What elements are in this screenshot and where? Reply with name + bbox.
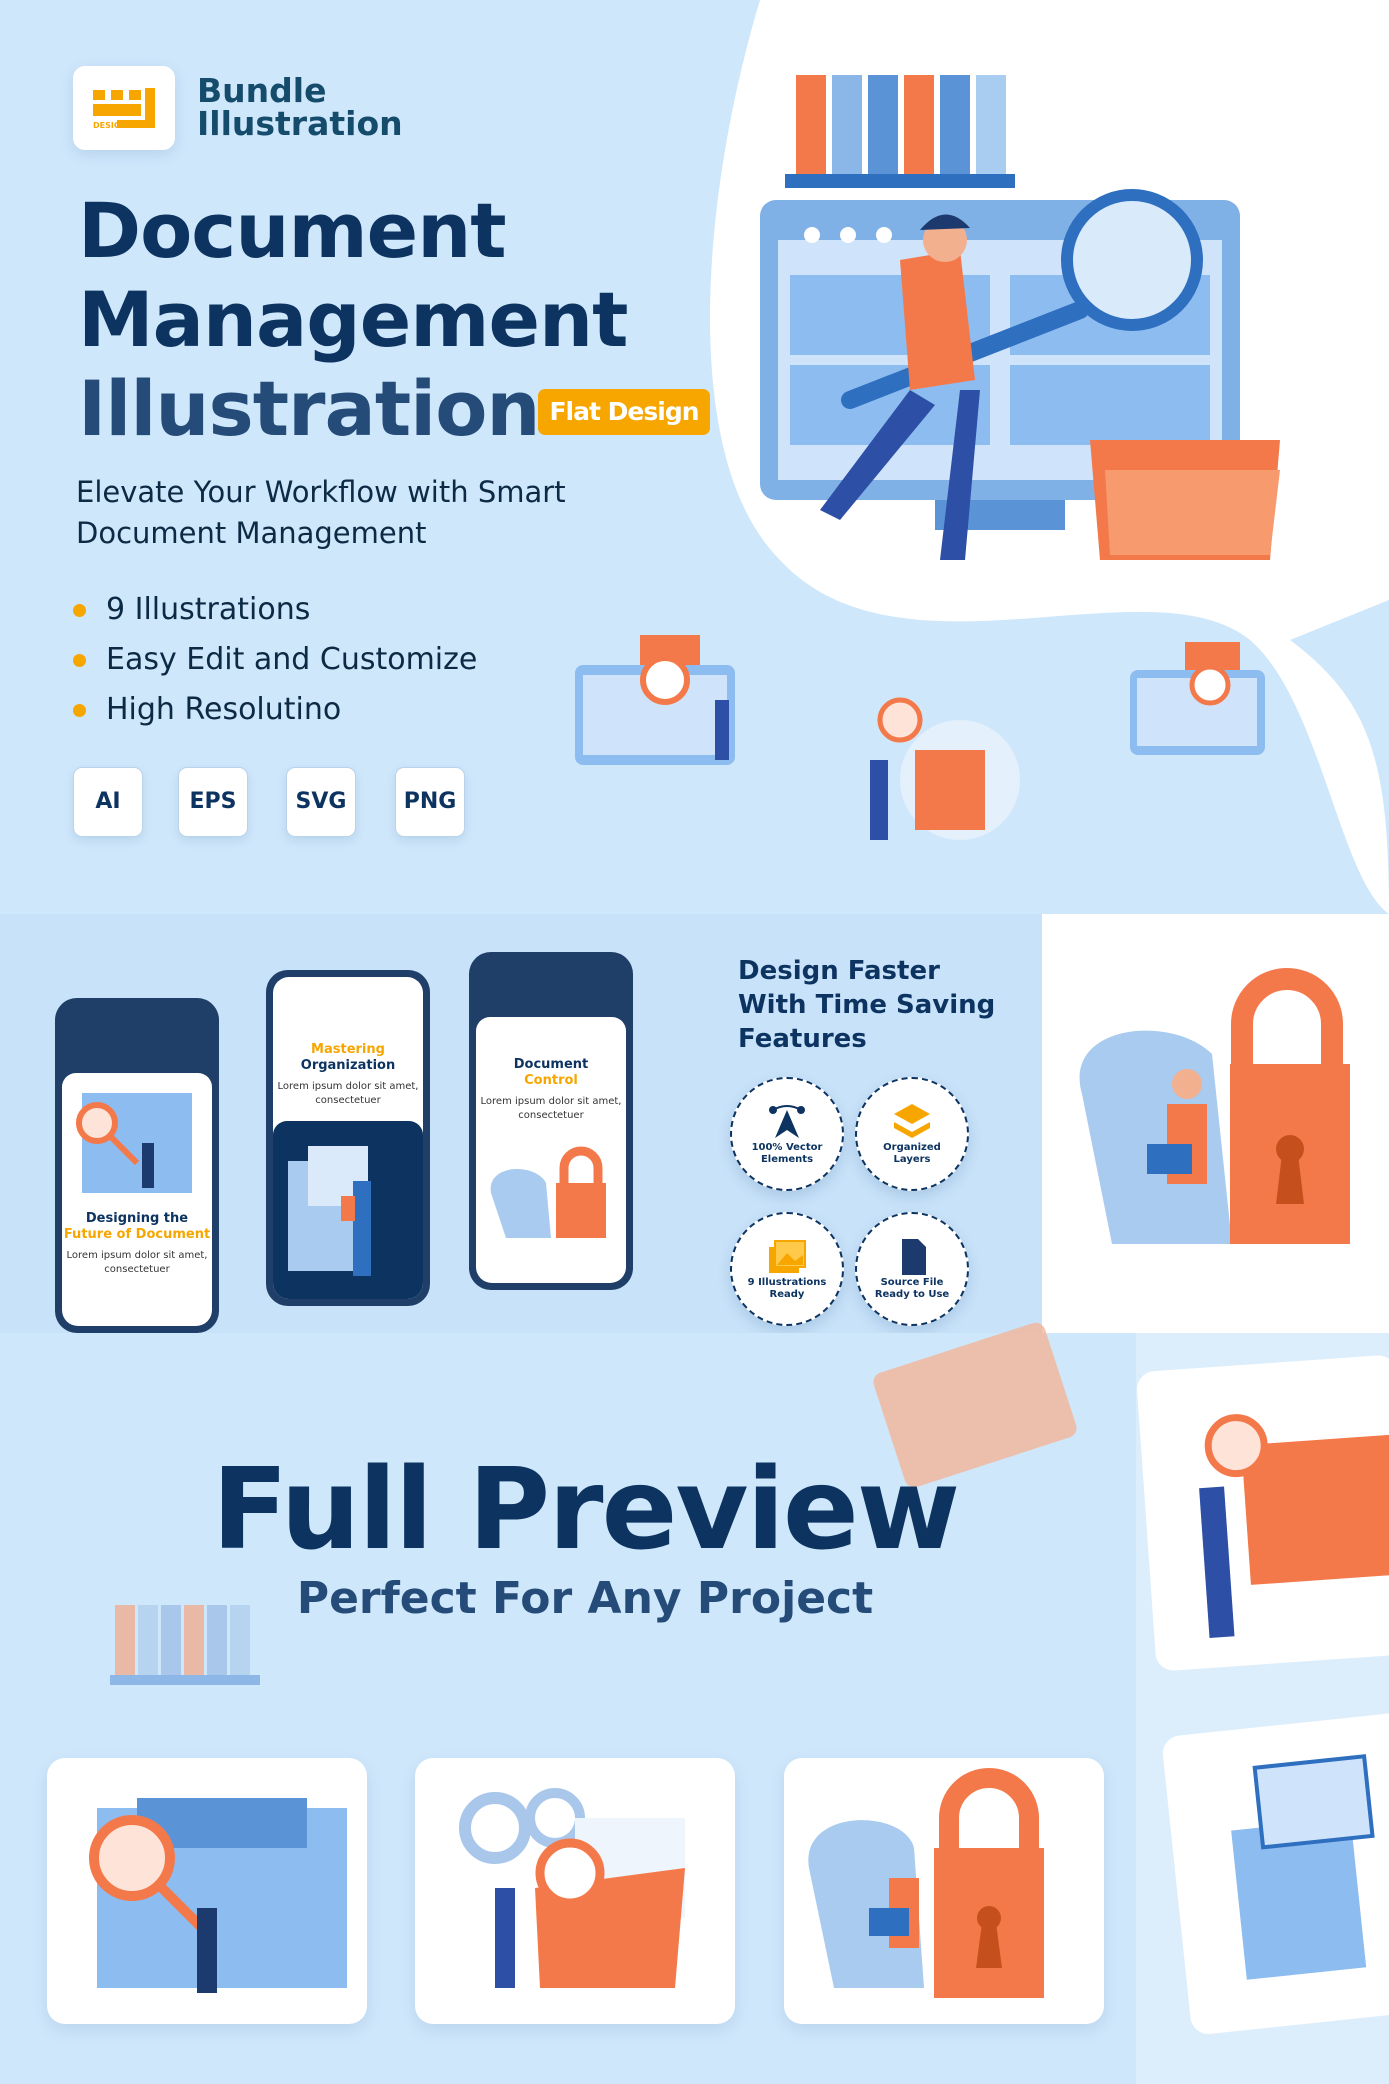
features-heading: Design Faster With Time Saving Features xyxy=(738,954,995,1056)
illustration-thumb-1 xyxy=(575,635,735,765)
lock-illustration-panel xyxy=(1042,914,1389,1333)
bullet-text: High Resolutino xyxy=(106,692,342,727)
subtitle: Elevate Your Workflow with Smart Documen… xyxy=(76,472,566,554)
svg-text:DESIGN: DESIGN xyxy=(93,121,127,130)
phone-title-accent: Future of Document xyxy=(63,1227,211,1242)
bullet-item: Easy Edit and Customize xyxy=(73,635,477,685)
phone-title: Organization xyxy=(300,1058,396,1073)
phone-mockup-1: Designing the Future of Document Lorem i… xyxy=(55,998,219,1333)
bullet-dot-icon xyxy=(73,703,86,717)
lock-illustration xyxy=(490,1146,606,1238)
search-folder-illustration xyxy=(1199,1414,1389,1638)
bullet-text: Easy Edit and Customize xyxy=(106,642,478,677)
file-icon xyxy=(902,1239,926,1275)
feature-layers: Organized Layers xyxy=(855,1077,969,1191)
flat-design-badge: Flat Design xyxy=(538,389,710,435)
preview-side-card xyxy=(1161,1710,1389,2036)
bullet-item: 9 Illustrations xyxy=(73,585,477,635)
phone-title: Document xyxy=(513,1057,589,1072)
layers-icon xyxy=(894,1104,930,1138)
subtitle-line-2: Document Management xyxy=(76,516,427,550)
server-lock-illustration xyxy=(76,1093,192,1193)
feature-label: Elements xyxy=(760,1154,814,1165)
phone-body: Lorem ipsum dolor sit amet, consectetuer xyxy=(480,1096,622,1121)
logo-mark-icon: DESIGN xyxy=(93,88,155,130)
phone-title-accent: Mastering xyxy=(311,1042,385,1057)
feature-source-file: Source File Ready to Use xyxy=(855,1212,969,1326)
feature-illustrations: 9 Illustrations Ready xyxy=(730,1212,844,1326)
lock-illustration xyxy=(808,1768,1044,1998)
format-png: PNG xyxy=(395,767,465,837)
server-security-illustration xyxy=(89,1798,347,1993)
phone-body: Lorem ipsum dolor sit amet, consectetuer xyxy=(66,1250,208,1275)
phone-title: Designing the xyxy=(85,1211,189,1226)
brand-logo: DESIGN xyxy=(73,66,175,150)
filing-illustration xyxy=(1231,1754,1375,1980)
feature-label: Source File xyxy=(880,1277,944,1288)
feature-vector: 100% Vector Elements xyxy=(730,1077,844,1191)
features-heading-line: Features xyxy=(738,1024,867,1054)
format-ai: AI xyxy=(73,767,143,837)
brand-line-1: Bundle xyxy=(197,71,327,110)
hero-illustration xyxy=(760,75,1280,560)
phone-mockup-3: Document Control Lorem ipsum dolor sit a… xyxy=(469,952,633,1290)
features-heading-line: With Time Saving xyxy=(738,990,996,1020)
preview-card-1 xyxy=(47,1758,367,2024)
feature-label: Ready to Use xyxy=(874,1289,950,1300)
vector-pen-icon xyxy=(769,1105,805,1138)
feature-bullets: 9 Illustrations Easy Edit and Customize … xyxy=(73,585,477,735)
bullet-dot-icon xyxy=(73,653,86,667)
format-svg: SVG xyxy=(286,767,356,837)
preview-subtitle: Perfect For Any Project xyxy=(296,1573,874,1624)
bullet-item: High Resolutino xyxy=(73,685,477,735)
bullet-text: 9 Illustrations xyxy=(106,592,311,627)
preview-side-card xyxy=(1135,1354,1389,1672)
illustration-thumb-2 xyxy=(870,697,1020,840)
title-line-2: Management xyxy=(78,275,628,364)
phone-body: Lorem ipsum dolor sit amet, consectetuer xyxy=(277,1081,419,1106)
feature-label: Organized xyxy=(883,1142,941,1153)
preview-side-strip xyxy=(1135,1333,1389,2084)
feature-label: Ready xyxy=(769,1289,805,1300)
brand-name: Bundle Illustration xyxy=(197,74,403,140)
brand-line-2: Illustration xyxy=(197,104,403,143)
subtitle-line-1: Elevate Your Workflow with Smart xyxy=(76,475,566,509)
folder-search-illustration xyxy=(459,1788,685,1988)
bullet-dot-icon xyxy=(73,603,86,617)
books-icon xyxy=(785,75,1015,188)
phone-title-accent: Control xyxy=(524,1073,578,1088)
features-heading-line: Design Faster xyxy=(738,956,940,986)
image-icon xyxy=(769,1240,806,1273)
format-eps: EPS xyxy=(178,767,248,837)
phone-mockup-2: Mastering Organization Lorem ipsum dolor… xyxy=(266,970,430,1306)
title-line-1: Document xyxy=(78,186,507,275)
feature-label: Layers xyxy=(893,1154,931,1165)
preview-title: Full Preview xyxy=(211,1445,961,1575)
lock-illustration xyxy=(1079,968,1350,1244)
feature-label: 100% Vector xyxy=(751,1142,823,1153)
preview-card-3 xyxy=(784,1758,1104,2024)
filing-illustration xyxy=(288,1146,371,1276)
illustration-thumb-3 xyxy=(1130,642,1265,755)
preview-card-2 xyxy=(415,1758,735,2024)
feature-label: 9 Illustrations xyxy=(747,1277,827,1288)
